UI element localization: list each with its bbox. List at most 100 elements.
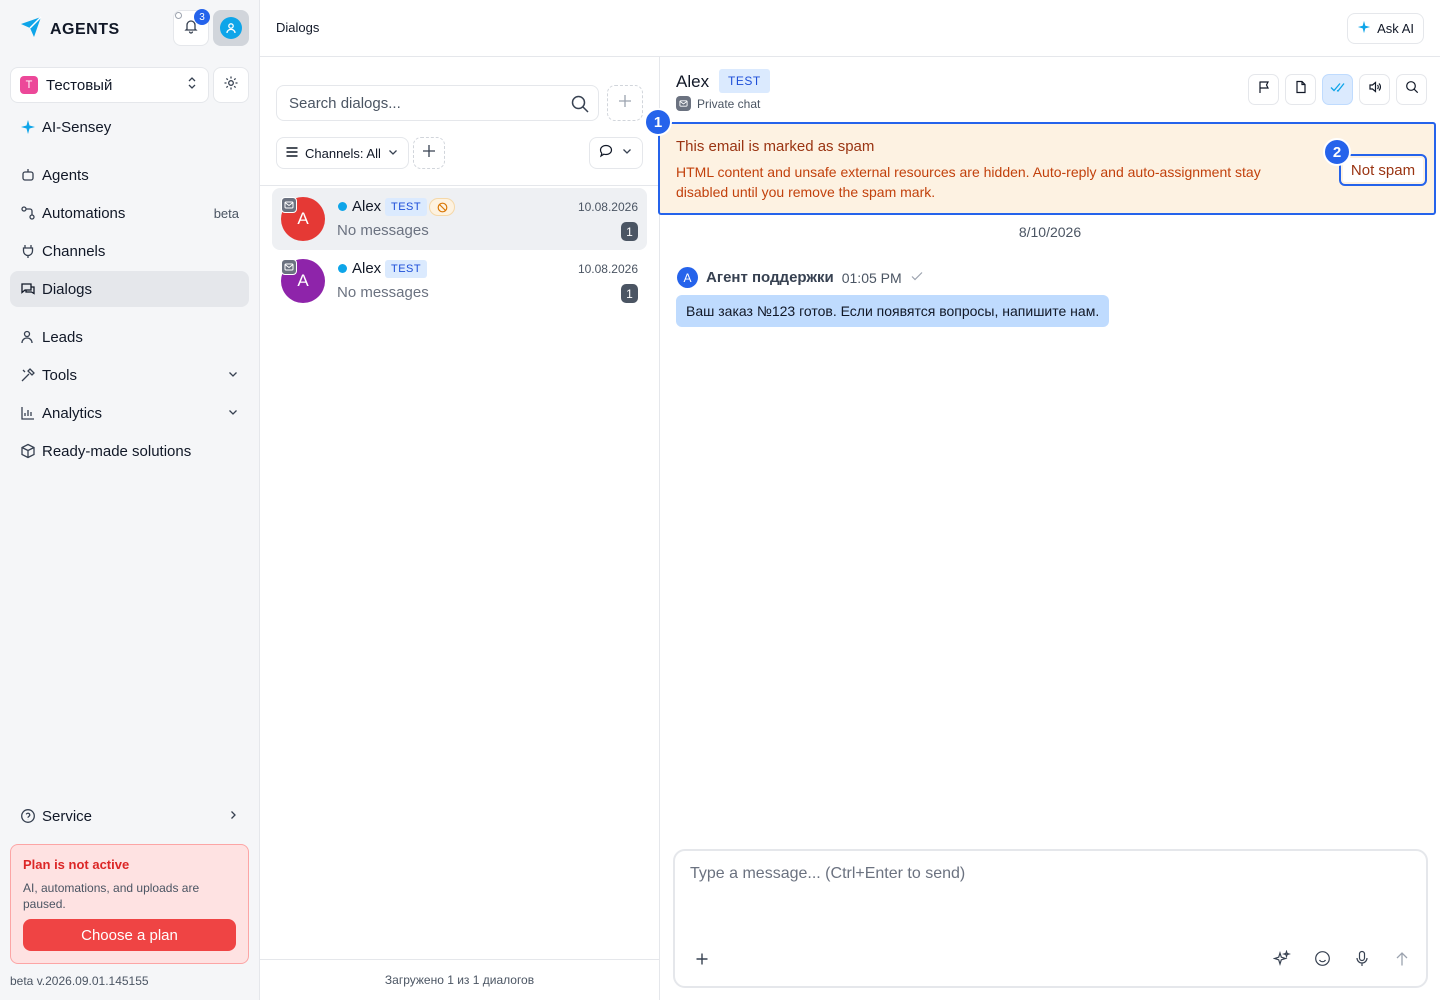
chevron-down-icon [387,146,399,161]
settings-icon [223,75,239,96]
add-filter-button[interactable] [413,137,445,169]
plan-description: AI, automations, and uploads are paused. [23,881,200,911]
choose-plan-button[interactable]: Choose a plan [23,919,236,951]
plus-icon [618,94,632,113]
beta-label: beta [213,205,239,221]
notes-button[interactable] [1285,74,1316,105]
spam-title: This email is marked as spam [676,138,875,155]
help-icon [20,808,36,824]
flag-button[interactable] [1248,74,1279,105]
chat-bubble-icon [599,144,613,163]
voice-button[interactable] [1350,949,1374,973]
search-icon [1405,80,1419,99]
sidebar-item-leads[interactable]: Leads [10,319,249,355]
unread-count: 1 [621,222,638,241]
sidebar-item-service[interactable]: Service [10,798,249,834]
not-spam-button[interactable]: Not spam [1339,154,1427,186]
workspace-avatar: Т [20,76,38,94]
sidebar-item-dialogs[interactable]: Dialogs [10,271,249,307]
sidebar-item-label: Automations [42,204,126,222]
mark-read-button[interactable] [1322,74,1353,105]
search-icon[interactable] [570,94,590,119]
mail-icon [676,96,691,111]
sparkle-icon [1357,20,1371,37]
message-bubble[interactable]: Ваш заказ №123 готов. Если появятся вопр… [676,295,1110,327]
sidebar-item-analytics[interactable]: Analytics [10,395,249,431]
sidebar-item-label: Ready-made solutions [42,442,192,460]
annotation-marker-1: 1 [644,108,672,136]
spam-banner: This email is marked as spam HTML conten… [658,122,1436,215]
mail-icon [281,197,297,213]
sidebar-item-label: Analytics [42,404,103,422]
emoji-button[interactable] [1310,949,1334,973]
sidebar-item-tools[interactable]: Tools [10,357,249,393]
search-chat-button[interactable] [1396,74,1427,105]
plan-warning: Plan is not active AI, automations, and … [10,844,249,964]
sparkles-icon [1272,949,1291,973]
sound-button[interactable] [1359,74,1390,105]
search-box[interactable] [276,85,599,121]
check-icon [910,269,924,287]
mic-icon [1355,950,1369,972]
attach-button[interactable] [690,949,714,973]
sidebar-item-label: Service [42,807,93,825]
dialog-item[interactable]: A Alex TEST 10.08.2026 No messages 1 [272,250,647,312]
page-title: Dialogs [276,20,320,35]
send-button[interactable] [1390,949,1414,973]
test-tag: TEST [385,260,428,278]
author-avatar: A [677,267,698,288]
chevron-down-icon [227,368,239,383]
chat-actions [1248,74,1427,105]
message-time: 01:05 PM [841,269,902,286]
dialog-preview: No messages [337,222,429,239]
unread-count: 1 [621,284,638,303]
automation-icon [20,205,36,221]
channels-filter[interactable]: Channels: All [276,137,409,169]
notifications-badge: 3 [194,9,210,25]
sidebar-item-label: Leads [42,328,83,346]
logo-icon [18,14,44,45]
new-dialog-button[interactable] [607,85,643,121]
dialog-item[interactable]: A Alex TEST 10.08.2026 No messages 1 [272,188,647,250]
brand-logo[interactable]: AGENTS [18,14,120,45]
robot-icon [20,167,36,183]
dialog-list-panel: Channels: All A Alex TEST 10.08.2026 No … [260,57,660,1000]
test-tag: TEST [385,198,428,216]
sidebar-item-channels[interactable]: Channels [10,233,249,269]
workspace-select[interactable]: Т Тестовый [10,67,209,103]
sidebar-item-automations[interactable]: Automations beta [10,195,249,231]
online-indicator [338,202,347,211]
message-input[interactable] [690,865,1410,925]
list-icon [285,145,299,162]
message-author: Агент поддержки [706,269,834,286]
search-input[interactable] [289,94,559,112]
date-separator: 8/10/2026 [1018,224,1082,240]
sidebar-item-agents[interactable]: Agents [10,157,249,193]
arrow-up-icon [1395,951,1409,972]
dialog-type-filter[interactable] [589,137,643,169]
profile-button[interactable] [213,10,249,46]
chart-icon [20,405,36,421]
workspace-settings-button[interactable] [213,67,249,103]
top-bar: Dialogs Ask AI [260,0,1440,57]
loading-indicator [175,12,182,19]
sidebar-item-ready-made-solutions[interactable]: Ready-made solutions [10,433,249,469]
sidebar-item-ai-sensey[interactable]: AI-Sensey [10,109,249,145]
user-icon [220,17,242,39]
chat-icon [20,281,36,297]
chat-subtitle: Private chat [676,96,760,111]
ask-ai-button[interactable]: Ask AI [1347,13,1424,44]
speaker-icon [1368,80,1382,99]
dialog-name: Alex [352,198,382,215]
chat-title: Alex [676,72,710,91]
message-header: A Агент поддержки 01:05 PM [677,267,924,288]
ai-assist-button[interactable] [1270,949,1294,973]
chevron-updown-icon [186,76,198,95]
brand-name: AGENTS [50,20,120,38]
dialog-date: 10.08.2026 [577,262,638,276]
version-label: beta v.2026.09.01.145155 [10,974,149,988]
double-check-icon [1330,80,1346,99]
chat-test-tag: TEST [719,69,770,93]
chevron-right-icon [227,809,239,824]
message-composer [673,849,1428,988]
